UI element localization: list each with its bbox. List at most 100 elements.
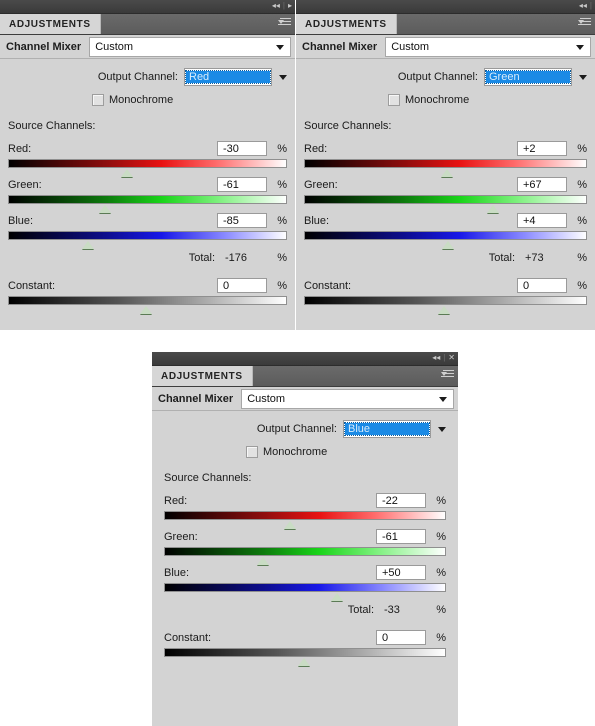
panel-menu-icon[interactable]	[278, 18, 291, 29]
channel-slider-red: Red: -22%	[164, 484, 446, 529]
constant-slider-thumb[interactable]	[438, 306, 451, 314]
menu-line	[278, 24, 291, 25]
preset-value: Custom	[95, 40, 134, 53]
channel-label: Red:	[8, 142, 32, 155]
constant-value-input[interactable]: 0	[376, 630, 426, 645]
monochrome-label: Monochrome	[109, 94, 174, 106]
channel-slider-track[interactable]	[164, 547, 446, 565]
channel-slider-thumb[interactable]	[82, 241, 95, 249]
channel-slider-track[interactable]	[304, 159, 587, 177]
collapse-icon[interactable]: ◂◂	[579, 1, 587, 11]
channel-label: Blue:	[164, 566, 190, 579]
monochrome-label: Monochrome	[263, 446, 328, 458]
channel-value-input[interactable]: +2	[517, 141, 567, 156]
monochrome-checkbox[interactable]	[246, 446, 258, 458]
preset-select[interactable]: Custom	[241, 388, 454, 409]
channel-slider-blue: Blue: -85%	[8, 204, 287, 249]
collapse-icon[interactable]: ◂◂	[272, 1, 280, 11]
output-channel-select[interactable]: Blue	[343, 420, 431, 438]
close-icon[interactable]: ✕	[448, 353, 455, 363]
channel-slider-track[interactable]	[304, 231, 587, 249]
output-channel-row: Output Channel: Blue	[164, 411, 446, 438]
channel-value-input[interactable]: -61	[376, 529, 426, 544]
source-channels-label: Source Channels:	[304, 120, 392, 132]
preset-select[interactable]: Custom	[89, 36, 291, 57]
menu-line	[443, 370, 454, 371]
channel-slider-thumb[interactable]	[283, 521, 296, 529]
source-channels-label: Source Channels:	[164, 472, 252, 484]
channel-slider-thumb[interactable]	[442, 241, 455, 249]
panel-blue-preset-row: Channel Mixer Custom	[152, 387, 458, 411]
constant-slider-track[interactable]	[304, 296, 587, 314]
channel-value-input[interactable]: +50	[376, 565, 426, 580]
channel-slider-thumb[interactable]	[440, 169, 453, 177]
tab-adjustments[interactable]: ADJUSTMENTS	[152, 366, 253, 386]
total-label: Total:	[347, 604, 374, 616]
adjustment-title: Channel Mixer	[302, 40, 378, 53]
monochrome-checkbox[interactable]	[92, 94, 104, 106]
chevron-down-icon	[439, 396, 447, 402]
output-channel-select[interactable]: Red	[184, 68, 272, 86]
constant-slider-thumb[interactable]	[297, 658, 310, 666]
panel-menu-icon[interactable]	[441, 370, 454, 381]
channel-value-input[interactable]: -30	[217, 141, 267, 156]
chevron-down-icon[interactable]	[279, 74, 287, 80]
channel-slider-red: Red: +2%	[304, 132, 587, 177]
channel-slider-thumb[interactable]	[120, 169, 133, 177]
panel-menu-icon[interactable]	[578, 18, 591, 29]
channel-slider-red: Red: -30%	[8, 132, 287, 177]
monochrome-row: Monochrome	[8, 86, 287, 106]
percent-sign: %	[577, 214, 587, 227]
channel-slider-thumb[interactable]	[487, 205, 500, 213]
channel-slider-track[interactable]	[164, 583, 446, 601]
menu-line	[441, 376, 454, 377]
constant-slider-track[interactable]	[8, 296, 287, 314]
channel-value-input[interactable]: -85	[217, 213, 267, 228]
channel-slider-blue: Blue: +50%	[164, 556, 446, 601]
constant-slider-thumb[interactable]	[140, 306, 153, 314]
percent-sign: %	[277, 252, 287, 264]
channel-slider-thumb[interactable]	[99, 205, 112, 213]
channel-slider-track[interactable]	[8, 195, 287, 213]
output-channel-row: Output Channel: Green	[304, 59, 587, 86]
titlebar-controls: ◂◂ | ✕	[432, 353, 455, 363]
channel-slider-track[interactable]	[8, 159, 287, 177]
constant-label: Constant:	[164, 631, 212, 644]
channel-value-input[interactable]: -61	[217, 177, 267, 192]
channel-value-input[interactable]: +67	[517, 177, 567, 192]
tab-adjustments[interactable]: ADJUSTMENTS	[296, 14, 397, 34]
adjustment-title: Channel Mixer	[6, 40, 82, 53]
constant-label: Constant:	[8, 279, 56, 292]
channel-label: Red:	[164, 494, 188, 507]
total-row: Total: -33%	[164, 592, 446, 616]
collapse-icon[interactable]: ◂◂	[432, 353, 440, 363]
preset-select[interactable]: Custom	[385, 36, 591, 57]
channel-slider-green: Green: -61%	[8, 168, 287, 213]
channel-slider-thumb[interactable]	[331, 593, 344, 601]
monochrome-checkbox[interactable]	[388, 94, 400, 106]
percent-sign: %	[577, 252, 587, 264]
output-channel-select[interactable]: Green	[484, 68, 572, 86]
channel-value-input[interactable]: -22	[376, 493, 426, 508]
channel-slider-blue: Blue: +4%	[304, 204, 587, 249]
channel-slider-track[interactable]	[304, 195, 587, 213]
percent-sign: %	[436, 604, 446, 616]
percent-sign: %	[277, 142, 287, 155]
channel-value-input[interactable]: +4	[517, 213, 567, 228]
output-channel-value: Green	[485, 70, 571, 84]
tab-adjustments[interactable]: ADJUSTMENTS	[0, 14, 101, 34]
chevron-down-icon[interactable]	[438, 426, 446, 432]
channel-slider-header: Blue: -85%	[8, 213, 287, 228]
output-channel-value: Red	[185, 70, 271, 84]
monochrome-row: Monochrome	[304, 86, 587, 106]
constant-slider-track[interactable]	[164, 648, 446, 666]
constant-value-input[interactable]: 0	[517, 278, 567, 293]
menu-caret-icon	[278, 20, 284, 24]
chevron-down-icon[interactable]	[579, 74, 587, 80]
constant-value-input[interactable]: 0	[217, 278, 267, 293]
channel-slider-track[interactable]	[8, 231, 287, 249]
expand-icon[interactable]: ▸	[288, 1, 292, 11]
constant-slider-header: Constant: 0%	[164, 630, 446, 645]
channel-slider-track[interactable]	[164, 511, 446, 529]
channel-slider-thumb[interactable]	[257, 557, 269, 565]
